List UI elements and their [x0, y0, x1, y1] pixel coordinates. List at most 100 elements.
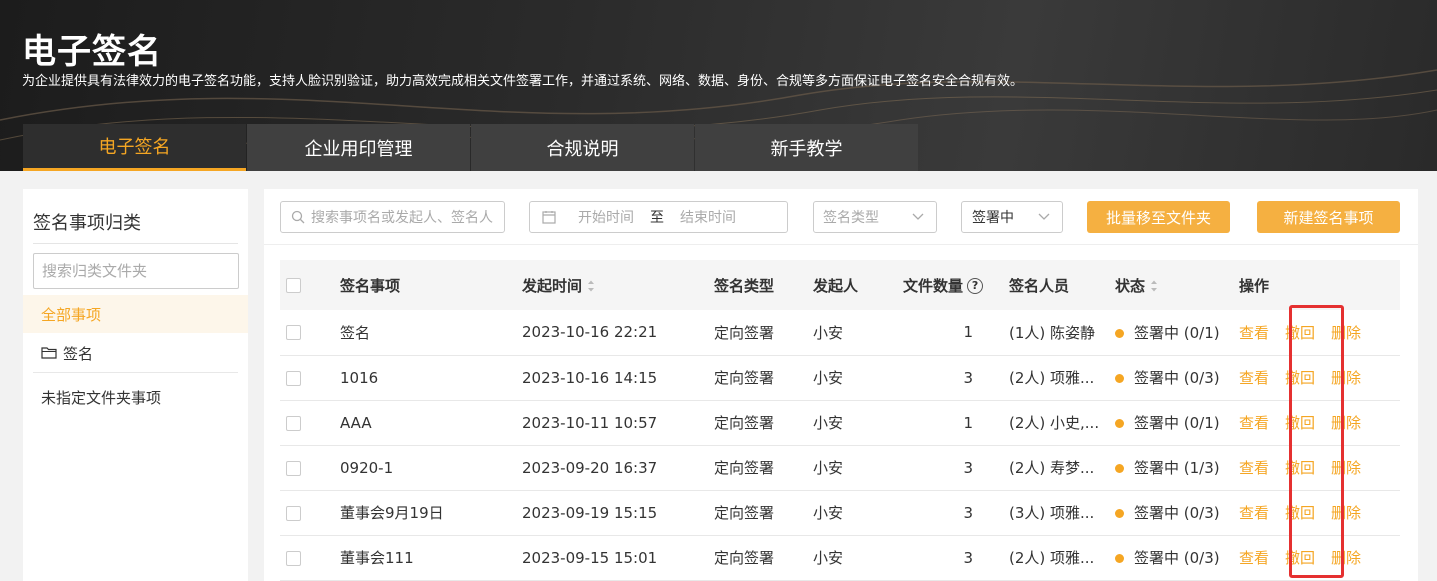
- cell-files: 3: [963, 548, 973, 567]
- status-dot-icon: [1115, 554, 1124, 563]
- table-row: AAA 2023-10-11 10:57 定向签署 小安 1 (2人) 小史,... 签署中…: [280, 400, 1400, 445]
- view-link[interactable]: 查看: [1239, 549, 1269, 567]
- cell-signers: (2人) 小史,...: [1003, 400, 1115, 445]
- col-header-label: 状态: [1115, 276, 1146, 295]
- col-header-label: 发起时间: [522, 276, 583, 295]
- sidebar-item-label: 未指定文件夹事项: [41, 388, 162, 407]
- table-row: 董事会9月19日 2023-09-19 15:15 定向签署 小安 3 (3人) 项雅..…: [280, 490, 1400, 535]
- cell-signers: (2人) 寿梦...: [1003, 445, 1115, 490]
- signers-text: (1人) 陈姿静: [1009, 323, 1096, 342]
- folder-search-input[interactable]: [33, 253, 239, 289]
- chevron-down-icon: [1038, 213, 1050, 220]
- cell-time: 2023-10-16 14:15: [522, 368, 658, 387]
- status-select[interactable]: 签署中: [961, 201, 1063, 233]
- signature-table: 签名事项 发起时间 签名类型 发起人 文件数量? 签名人员 状态 操作 签名 20…: [280, 260, 1400, 581]
- cell-time: 2023-09-19 15:15: [522, 503, 658, 522]
- sort-icon[interactable]: [1149, 279, 1159, 293]
- sidebar-item-unassigned[interactable]: 未指定文件夹事项: [23, 378, 248, 416]
- status-text: 签署中 (0/3): [1134, 549, 1220, 567]
- cell-files: 3: [963, 503, 973, 522]
- divider: [264, 244, 1418, 245]
- cell-signers: (3人) 项雅...: [1003, 490, 1115, 535]
- table-row: 董事会111 2023-09-15 15:01 定向签署 小安 3 (2人) 项雅... 签…: [280, 535, 1400, 580]
- revoke-link[interactable]: 撤回: [1285, 414, 1315, 432]
- status-dot-icon: [1115, 374, 1124, 383]
- status-text: 签署中 (0/3): [1134, 369, 1220, 387]
- cell-item: AAA: [340, 413, 372, 432]
- col-header-initiator: 发起人: [813, 276, 859, 295]
- tab-compliance[interactable]: 合规说明: [471, 124, 694, 171]
- tab-seal-management[interactable]: 企业用印管理: [247, 124, 470, 171]
- delete-link[interactable]: 删除: [1331, 459, 1361, 477]
- status-dot-icon: [1115, 464, 1124, 473]
- col-header-time[interactable]: 发起时间: [522, 260, 714, 310]
- row-checkbox[interactable]: [286, 370, 301, 386]
- main-panel: 搜索事项名或发起人、签名人 开始时间 至 结束时间 签名类型 签署中 批量移至文…: [264, 189, 1418, 581]
- folder-icon: [41, 347, 57, 359]
- signers-text: (2人) 小史,...: [1009, 414, 1100, 432]
- delete-link[interactable]: 删除: [1331, 504, 1361, 522]
- revoke-link[interactable]: 撤回: [1285, 324, 1315, 342]
- col-header-signers: 签名人员: [1009, 276, 1070, 295]
- cell-initiator: 小安: [813, 414, 844, 432]
- cell-actions: 查看 撤回 删除: [1239, 490, 1400, 535]
- delete-link[interactable]: 删除: [1331, 324, 1361, 342]
- tab-tutorial[interactable]: 新手教学: [695, 124, 918, 171]
- sidebar-item-all[interactable]: 全部事项: [23, 295, 248, 333]
- cell-files: 3: [963, 458, 973, 477]
- date-range-picker[interactable]: 开始时间 至 结束时间: [529, 201, 788, 233]
- row-checkbox[interactable]: [286, 460, 301, 476]
- row-checkbox[interactable]: [286, 415, 301, 431]
- delete-link[interactable]: 删除: [1331, 414, 1361, 432]
- cell-type: 定向签署: [714, 323, 775, 342]
- signers-text: (2人) 寿梦...: [1009, 459, 1095, 477]
- cell-item: 签名: [340, 323, 371, 342]
- cell-item: 董事会9月19日: [340, 504, 444, 522]
- view-link[interactable]: 查看: [1239, 504, 1269, 522]
- select-all-checkbox[interactable]: [286, 278, 301, 293]
- view-link[interactable]: 查看: [1239, 324, 1269, 342]
- row-checkbox[interactable]: [286, 325, 301, 341]
- revoke-link[interactable]: 撤回: [1285, 369, 1315, 387]
- row-checkbox[interactable]: [286, 505, 301, 521]
- sort-icon[interactable]: [586, 279, 596, 293]
- cell-initiator: 小安: [813, 549, 844, 567]
- view-link[interactable]: 查看: [1239, 459, 1269, 477]
- cell-signers: (2人) 项雅...: [1003, 355, 1115, 400]
- cell-actions: 查看 撤回 删除: [1239, 400, 1400, 445]
- date-end-placeholder[interactable]: 结束时间: [680, 207, 736, 227]
- delete-link[interactable]: 删除: [1331, 369, 1361, 387]
- main-tabs: 电子签名 企业用印管理 合规说明 新手教学: [23, 124, 919, 171]
- help-icon[interactable]: ?: [967, 278, 984, 294]
- col-header-status[interactable]: 状态: [1115, 260, 1239, 310]
- view-link[interactable]: 查看: [1239, 414, 1269, 432]
- signers-text: (3人) 项雅...: [1009, 504, 1095, 522]
- delete-link[interactable]: 删除: [1331, 549, 1361, 567]
- search-input[interactable]: 搜索事项名或发起人、签名人: [280, 201, 505, 233]
- tab-e-signature[interactable]: 电子签名: [23, 124, 246, 171]
- cell-signers: (1人) 陈姿静: [1003, 310, 1115, 355]
- sidebar-item-label: 全部事项: [41, 305, 102, 324]
- cell-status: 签署中 (1/3): [1115, 445, 1239, 490]
- sidebar-item-folder-signature[interactable]: 签名: [23, 334, 248, 372]
- col-header-label: 文件数量: [903, 276, 964, 295]
- col-header-item: 签名事项: [340, 276, 401, 295]
- sidebar-title: 签名事项归类: [33, 213, 141, 234]
- view-link[interactable]: 查看: [1239, 369, 1269, 387]
- batch-move-button[interactable]: 批量移至文件夹: [1087, 201, 1230, 233]
- table-row: 1016 2023-10-16 14:15 定向签署 小安 3 (2人) 项雅... 签署中…: [280, 355, 1400, 400]
- cell-status: 签署中 (0/3): [1115, 490, 1239, 535]
- new-signature-button[interactable]: 新建签名事项: [1257, 201, 1400, 233]
- date-start-placeholder[interactable]: 开始时间: [578, 207, 634, 227]
- status-dot-icon: [1115, 509, 1124, 518]
- cell-files: 1: [963, 413, 973, 432]
- row-checkbox[interactable]: [286, 550, 301, 566]
- revoke-link[interactable]: 撤回: [1285, 504, 1315, 522]
- cell-item: 0920-1: [340, 458, 394, 477]
- table-row: 签名 2023-10-16 22:21 定向签署 小安 1 (1人) 陈姿静 签署中 (0/…: [280, 310, 1400, 355]
- revoke-link[interactable]: 撤回: [1285, 459, 1315, 477]
- type-select[interactable]: 签名类型: [813, 201, 937, 233]
- revoke-link[interactable]: 撤回: [1285, 549, 1315, 567]
- cell-type: 定向签署: [714, 369, 775, 387]
- col-header-files: 文件数量?: [903, 260, 1003, 310]
